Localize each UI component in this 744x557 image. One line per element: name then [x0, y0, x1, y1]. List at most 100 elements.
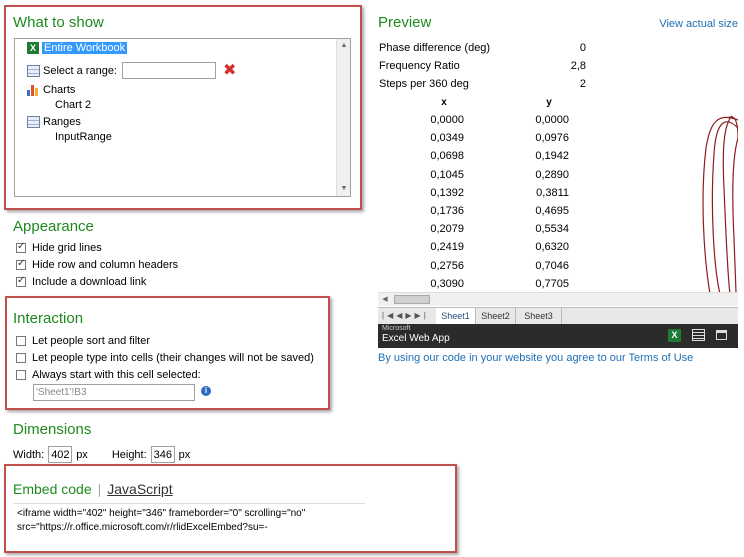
tree-item-label: Select a range:: [43, 64, 117, 77]
cell-y: 0,1942: [535, 150, 569, 163]
param-value: 0: [579, 42, 586, 54]
embed-tabs: Embed code | JavaScript: [13, 481, 173, 497]
hide-gridlines-option[interactable]: Hide grid lines: [16, 241, 102, 254]
view-actual-size-link[interactable]: View actual size: [659, 18, 738, 30]
terms-link[interactable]: By using our code in your website you ag…: [378, 352, 693, 364]
cell-x: 0,1045: [430, 168, 464, 181]
param-value: 2: [579, 78, 586, 90]
tree-item-label: Ranges: [43, 116, 81, 128]
what-to-show-heading: What to show: [13, 14, 104, 31]
start-cell-input[interactable]: [33, 384, 195, 401]
cell-y: 0,6320: [535, 241, 569, 254]
excel-icon[interactable]: X: [668, 329, 681, 342]
download-link-option[interactable]: Include a download link: [16, 275, 147, 288]
sheet-tab-bar: |◀◀▶▶| Sheet1 Sheet2 Sheet3: [378, 307, 738, 325]
excel-icon: X: [27, 42, 39, 54]
checkbox[interactable]: [16, 275, 26, 287]
sheet-nav-arrows-icon[interactable]: |◀◀▶▶|: [382, 308, 429, 324]
option-label: Let people sort and filter: [32, 335, 151, 347]
cell-x: 0,0698: [430, 150, 464, 163]
embed-code-textarea[interactable]: <iframe width="402" height="346" framebo…: [13, 503, 365, 536]
tree-item-select-range[interactable]: Select a range: ✖: [27, 62, 236, 79]
tab-divider: |: [97, 481, 102, 497]
interaction-heading: Interaction: [13, 310, 84, 327]
cell-x: 0,1736: [430, 205, 464, 217]
range-icon: [27, 116, 40, 128]
width-input[interactable]: [48, 446, 73, 463]
tab-javascript[interactable]: JavaScript: [107, 481, 172, 497]
tree-item-charts[interactable]: Charts: [27, 84, 75, 96]
sort-filter-option[interactable]: Let people sort and filter: [16, 335, 150, 347]
scroll-thumb[interactable]: [394, 295, 430, 304]
list-scrollbar[interactable]: ▲ ▼: [336, 39, 350, 196]
cell-y: 0,0000: [535, 114, 569, 126]
param-label: Frequency Ratio: [379, 60, 460, 72]
tree-item-input-range[interactable]: InputRange: [55, 131, 112, 143]
col-header-y: y: [546, 97, 552, 108]
ewa-brand: Excel Web App: [382, 333, 450, 344]
width-label: Width:: [13, 448, 45, 461]
option-label: Hide row and column headers: [32, 259, 179, 271]
checkbox[interactable]: [16, 258, 26, 270]
cell-y: 0,3811: [536, 186, 569, 199]
height-label: Height:: [111, 448, 147, 461]
cell-y: 0,7705: [535, 277, 569, 290]
tree-item-entire-workbook[interactable]: X Entire Workbook: [27, 42, 128, 54]
checkbox[interactable]: [16, 241, 26, 253]
code-line: <iframe width="402" height="346" framebo…: [17, 508, 306, 519]
excel-web-app-bar: Microsoft Excel Web App X: [378, 324, 738, 348]
option-label: Include a download link: [32, 276, 147, 288]
cell-x: 0,0000: [430, 114, 464, 126]
height-unit: px: [178, 448, 191, 461]
code-line: src="https://r.office.microsoft.com/r/rl…: [17, 522, 268, 533]
cell-y: 0,2890: [535, 168, 569, 181]
cell-x: 0,1392: [430, 186, 464, 199]
dimensions-heading: Dimensions: [13, 421, 92, 438]
popout-icon[interactable]: [716, 330, 727, 340]
tree-item-label: Entire Workbook: [42, 42, 128, 54]
tab-sheet2[interactable]: Sheet2: [476, 308, 516, 325]
checkbox[interactable]: [16, 336, 26, 346]
ewa-brand-small: Microsoft: [382, 325, 411, 332]
tree-item-label: Chart 2: [55, 99, 92, 111]
preview-sheet: Phase difference (deg) 0 Frequency Ratio…: [376, 38, 738, 294]
param-label: Steps per 360 deg: [379, 78, 469, 90]
param-value: 2,8: [570, 60, 586, 72]
checkbox[interactable]: [16, 370, 26, 380]
range-input[interactable]: [122, 62, 216, 79]
cell-y: 0,0976: [535, 132, 569, 145]
scroll-left-icon[interactable]: ◀: [378, 293, 392, 306]
width-unit: px: [76, 448, 88, 461]
tab-sheet1[interactable]: Sheet1: [436, 308, 476, 325]
tree-item-label: Charts: [43, 84, 76, 96]
cell-x: 0,0349: [430, 132, 464, 145]
preview-heading: Preview: [378, 14, 432, 31]
info-icon[interactable]: i: [201, 386, 211, 396]
tree-item-chart2[interactable]: Chart 2: [55, 99, 91, 111]
start-cell-option[interactable]: Always start with this cell selected:: [16, 369, 201, 381]
type-cells-option[interactable]: Let people type into cells (their change…: [16, 352, 314, 364]
cell-y: 0,4695: [535, 205, 569, 217]
scroll-up-icon[interactable]: ▲: [337, 39, 351, 53]
appearance-heading: Appearance: [13, 218, 94, 235]
lissajous-chart: [702, 115, 738, 294]
dimensions-row: Width: px Height: px: [13, 446, 190, 463]
scroll-down-icon[interactable]: ▼: [337, 182, 351, 196]
checkbox[interactable]: [16, 353, 26, 363]
tree-item-ranges[interactable]: Ranges: [27, 116, 81, 128]
cell-y: 0,5534: [535, 223, 569, 236]
height-input[interactable]: [150, 446, 175, 463]
hide-headers-option[interactable]: Hide row and column headers: [16, 258, 179, 271]
tab-sheet3[interactable]: Sheet3: [516, 308, 562, 325]
option-label: Let people type into cells (their change…: [32, 352, 314, 364]
cell-x: 0,2419: [430, 241, 464, 254]
param-label: Phase difference (deg): [379, 42, 491, 54]
what-to-show-list[interactable]: X Entire Workbook Select a range: ✖ Char…: [14, 38, 351, 197]
clear-x-icon[interactable]: ✖: [223, 62, 236, 78]
tab-embed-code[interactable]: Embed code: [13, 481, 92, 497]
sheet-view-icon[interactable]: [692, 329, 705, 341]
option-label: Hide grid lines: [32, 242, 102, 254]
preview-hscrollbar[interactable]: ◀: [378, 292, 738, 306]
range-icon: [27, 64, 40, 77]
cell-y: 0,7046: [535, 259, 569, 272]
